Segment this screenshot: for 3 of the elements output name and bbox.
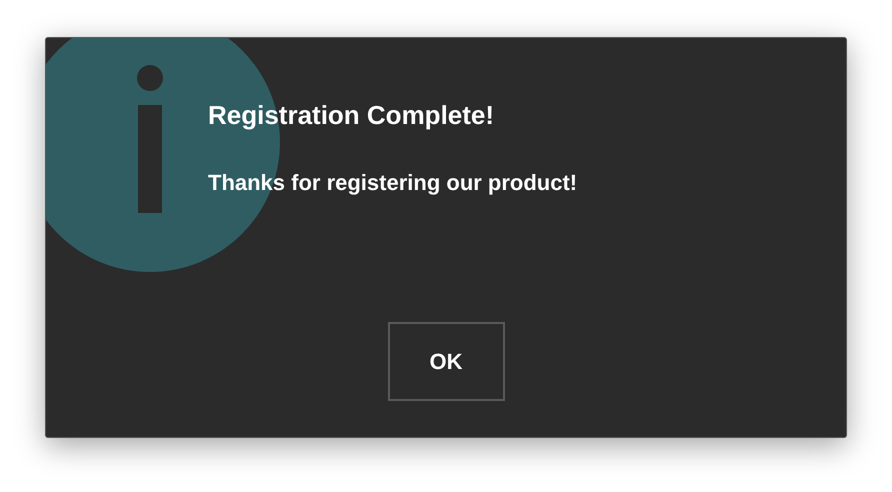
dialog-message: Thanks for registering our product! xyxy=(208,169,578,197)
ok-button[interactable]: OK xyxy=(388,322,504,401)
dialog-title: Registration Complete! xyxy=(208,99,496,132)
